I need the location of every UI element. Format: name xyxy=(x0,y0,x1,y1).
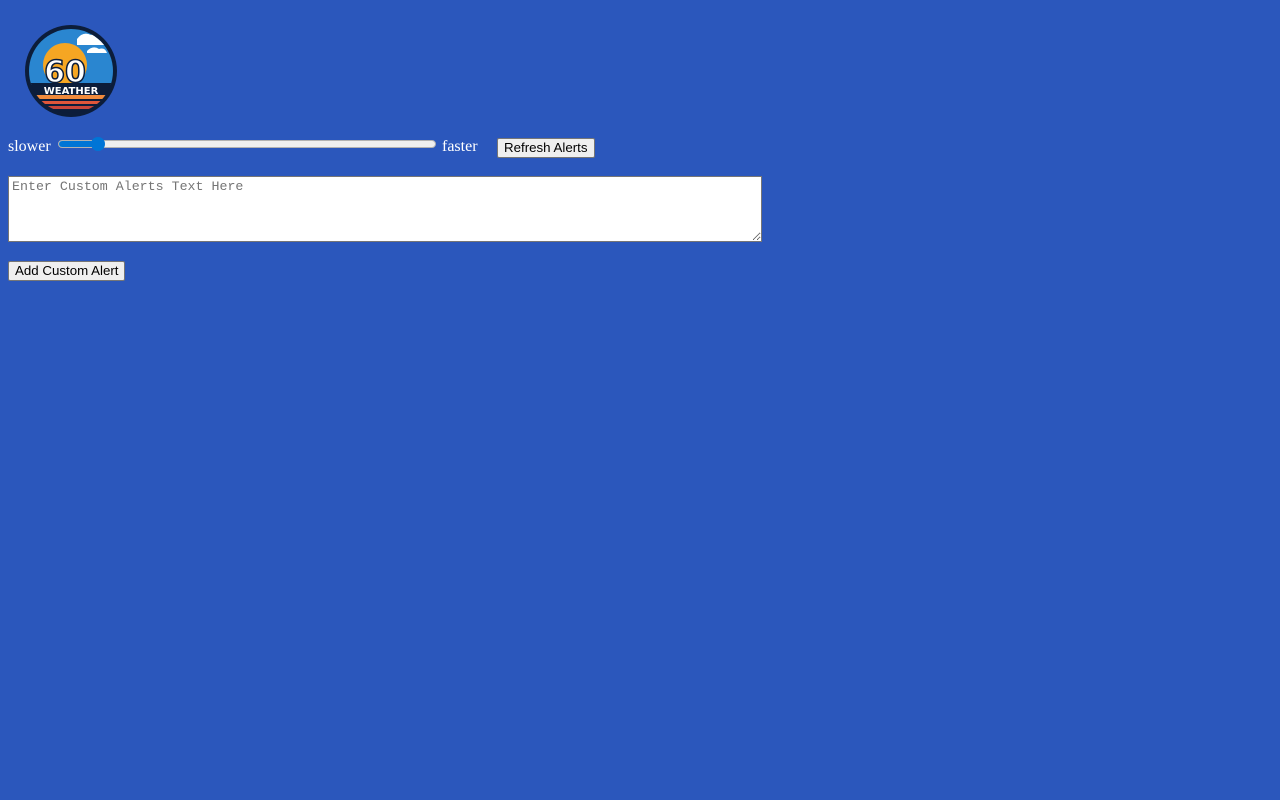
speed-control: slower faster Refresh Alerts xyxy=(8,133,628,161)
slider-thumb[interactable] xyxy=(90,137,105,151)
slower-label: slower xyxy=(8,138,51,155)
add-custom-alert-button[interactable]: Add Custom Alert xyxy=(8,261,126,281)
faster-label: faster xyxy=(442,138,478,155)
refresh-alerts-button[interactable]: Refresh Alerts xyxy=(497,138,595,158)
slider-track[interactable] xyxy=(58,140,436,148)
weather-logo-icon: 60 WEATHER xyxy=(25,25,117,117)
speed-slider[interactable] xyxy=(58,137,436,151)
slider-fill xyxy=(59,141,93,147)
logo-word: WEATHER xyxy=(44,86,99,97)
custom-alert-input[interactable] xyxy=(8,176,762,242)
logo: 60 WEATHER xyxy=(25,25,117,117)
logo-number: 60 xyxy=(44,55,86,90)
